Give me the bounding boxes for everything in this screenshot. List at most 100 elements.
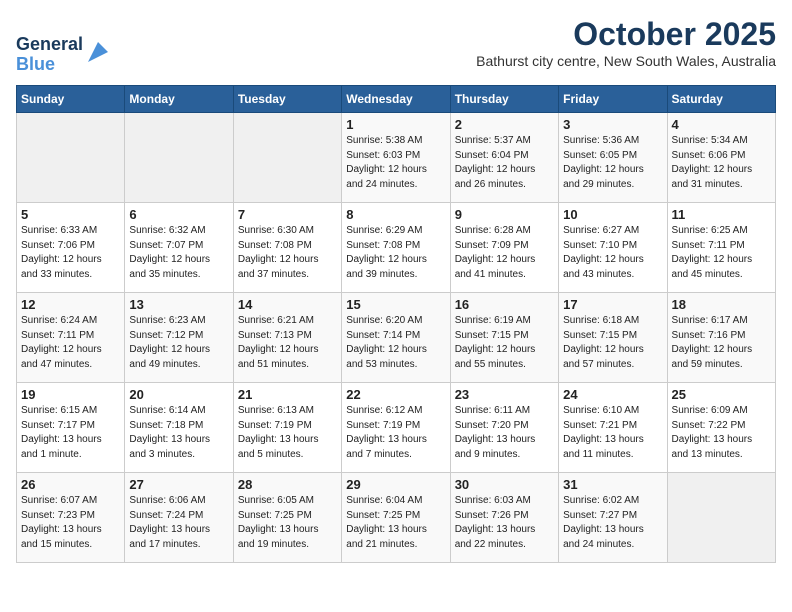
calendar-cell: 18 Sunrise: 6:17 AM Sunset: 7:16 PM Dayli… [667, 293, 775, 383]
day-number: 9 [455, 207, 554, 222]
day-number: 28 [238, 477, 337, 492]
calendar-cell: 27 Sunrise: 6:06 AM Sunset: 7:24 PM Dayli… [125, 473, 233, 563]
day-header-friday: Friday [559, 86, 667, 113]
day-number: 29 [346, 477, 445, 492]
day-number: 10 [563, 207, 662, 222]
day-info: Sunrise: 6:10 AM Sunset: 7:21 PM Dayligh… [563, 404, 662, 462]
day-number: 24 [563, 387, 662, 402]
day-number: 27 [129, 477, 228, 492]
calendar-cell: 17 Sunrise: 6:18 AM Sunset: 7:15 PM Dayli… [559, 293, 667, 383]
day-info: Sunrise: 6:21 AM Sunset: 7:13 PM Dayligh… [238, 314, 337, 372]
calendar-cell: 2 Sunrise: 5:37 AM Sunset: 6:04 PM Daylig… [450, 113, 558, 203]
day-number: 7 [238, 207, 337, 222]
calendar-cell: 10 Sunrise: 6:27 AM Sunset: 7:10 PM Dayli… [559, 203, 667, 293]
calendar-cell [125, 113, 233, 203]
calendar-cell: 4Sunrise: 5:34 AM Sunset: 6:06 PM Daylig… [667, 113, 775, 203]
day-info: Sunrise: 6:29 AM Sunset: 7:08 PM Dayligh… [346, 224, 445, 282]
logo-icon [86, 38, 108, 66]
day-info: Sunrise: 5:38 AM Sunset: 6:03 PM Dayligh… [346, 134, 445, 192]
day-info: Sunrise: 6:12 AM Sunset: 7:19 PM Dayligh… [346, 404, 445, 462]
day-header-monday: Monday [125, 86, 233, 113]
day-info: Sunrise: 6:11 AM Sunset: 7:20 PM Dayligh… [455, 404, 554, 462]
calendar-cell: 19 Sunrise: 6:15 AM Sunset: 7:17 PM Dayli… [17, 383, 125, 473]
day-header-saturday: Saturday [667, 86, 775, 113]
day-number: 25 [672, 387, 771, 402]
day-number: 13 [129, 297, 228, 312]
day-info: Sunrise: 6:30 AM Sunset: 7:08 PM Dayligh… [238, 224, 337, 282]
day-number: 19 [21, 387, 120, 402]
day-info: Sunrise: 6:06 AM Sunset: 7:24 PM Dayligh… [129, 494, 228, 552]
subtitle: Bathurst city centre, New South Wales, A… [476, 53, 776, 69]
day-info: Sunrise: 6:24 AM Sunset: 7:11 PM Dayligh… [21, 314, 120, 372]
day-number: 14 [238, 297, 337, 312]
day-header-thursday: Thursday [450, 86, 558, 113]
day-info: Sunrise: 6:15 AM Sunset: 7:17 PM Dayligh… [21, 404, 120, 462]
day-number: 8 [346, 207, 445, 222]
day-number: 18 [672, 297, 771, 312]
day-info: Sunrise: 5:37 AM Sunset: 6:04 PM Dayligh… [455, 134, 554, 192]
day-info: Sunrise: 6:32 AM Sunset: 7:07 PM Dayligh… [129, 224, 228, 282]
day-header-sunday: Sunday [17, 86, 125, 113]
day-info: Sunrise: 6:19 AM Sunset: 7:15 PM Dayligh… [455, 314, 554, 372]
day-info: Sunrise: 5:36 AM Sunset: 6:05 PM Dayligh… [563, 134, 662, 192]
day-number: 5 [21, 207, 120, 222]
day-number: 31 [563, 477, 662, 492]
day-info: Sunrise: 6:28 AM Sunset: 7:09 PM Dayligh… [455, 224, 554, 282]
calendar-cell: 20 Sunrise: 6:14 AM Sunset: 7:18 PM Dayli… [125, 383, 233, 473]
day-info: Sunrise: 6:02 AM Sunset: 7:27 PM Dayligh… [563, 494, 662, 552]
day-info: Sunrise: 6:25 AM Sunset: 7:11 PM Dayligh… [672, 224, 771, 282]
calendar-cell [233, 113, 341, 203]
calendar-cell: 23 Sunrise: 6:11 AM Sunset: 7:20 PM Dayli… [450, 383, 558, 473]
calendar-cell: 22 Sunrise: 6:12 AM Sunset: 7:19 PM Dayli… [342, 383, 450, 473]
day-number: 22 [346, 387, 445, 402]
day-number: 2 [455, 117, 554, 132]
calendar-cell [667, 473, 775, 563]
day-info: Sunrise: 6:23 AM Sunset: 7:12 PM Dayligh… [129, 314, 228, 372]
day-info: Sunrise: 5:34 AM Sunset: 6:06 PM Dayligh… [672, 134, 771, 192]
day-info: Sunrise: 6:18 AM Sunset: 7:15 PM Dayligh… [563, 314, 662, 372]
day-info: Sunrise: 6:27 AM Sunset: 7:10 PM Dayligh… [563, 224, 662, 282]
day-header-tuesday: Tuesday [233, 86, 341, 113]
day-number: 17 [563, 297, 662, 312]
day-number: 12 [21, 297, 120, 312]
calendar-cell: 6 Sunrise: 6:32 AM Sunset: 7:07 PM Daylig… [125, 203, 233, 293]
day-number: 23 [455, 387, 554, 402]
day-info: Sunrise: 6:09 AM Sunset: 7:22 PM Dayligh… [672, 404, 771, 462]
calendar-cell: 3 Sunrise: 5:36 AM Sunset: 6:05 PM Daylig… [559, 113, 667, 203]
day-number: 26 [21, 477, 120, 492]
day-header-wednesday: Wednesday [342, 86, 450, 113]
calendar-cell: 13 Sunrise: 6:23 AM Sunset: 7:12 PM Dayli… [125, 293, 233, 383]
calendar-cell [17, 113, 125, 203]
day-info: Sunrise: 6:13 AM Sunset: 7:19 PM Dayligh… [238, 404, 337, 462]
day-info: Sunrise: 6:07 AM Sunset: 7:23 PM Dayligh… [21, 494, 120, 552]
day-info: Sunrise: 6:03 AM Sunset: 7:26 PM Dayligh… [455, 494, 554, 552]
day-number: 11 [672, 207, 771, 222]
day-number: 16 [455, 297, 554, 312]
calendar-cell: 11 Sunrise: 6:25 AM Sunset: 7:11 PM Dayli… [667, 203, 775, 293]
calendar-cell: 7 Sunrise: 6:30 AM Sunset: 7:08 PM Daylig… [233, 203, 341, 293]
calendar-cell: 24 Sunrise: 6:10 AM Sunset: 7:21 PM Dayli… [559, 383, 667, 473]
calendar-cell: 28 Sunrise: 6:05 AM Sunset: 7:25 PM Dayli… [233, 473, 341, 563]
day-info: Sunrise: 6:04 AM Sunset: 7:25 PM Dayligh… [346, 494, 445, 552]
day-info: Sunrise: 6:33 AM Sunset: 7:06 PM Dayligh… [21, 224, 120, 282]
calendar-cell: 30 Sunrise: 6:03 AM Sunset: 7:26 PM Dayli… [450, 473, 558, 563]
calendar-cell: 26 Sunrise: 6:07 AM Sunset: 7:23 PM Dayli… [17, 473, 125, 563]
calendar-cell: 1 Sunrise: 5:38 AM Sunset: 6:03 PM Daylig… [342, 113, 450, 203]
day-info: Sunrise: 6:05 AM Sunset: 7:25 PM Dayligh… [238, 494, 337, 552]
day-number: 30 [455, 477, 554, 492]
calendar-cell: 16 Sunrise: 6:19 AM Sunset: 7:15 PM Dayli… [450, 293, 558, 383]
logo-text: GeneralBlue [16, 35, 83, 75]
day-number: 20 [129, 387, 228, 402]
calendar-cell: 14 Sunrise: 6:21 AM Sunset: 7:13 PM Dayli… [233, 293, 341, 383]
day-info: Sunrise: 6:14 AM Sunset: 7:18 PM Dayligh… [129, 404, 228, 462]
day-number: 15 [346, 297, 445, 312]
calendar-cell: 5 Sunrise: 6:33 AM Sunset: 7:06 PM Daylig… [17, 203, 125, 293]
day-info: Sunrise: 6:20 AM Sunset: 7:14 PM Dayligh… [346, 314, 445, 372]
calendar-cell: 25 Sunrise: 6:09 AM Sunset: 7:22 PM Dayli… [667, 383, 775, 473]
calendar-cell: 12 Sunrise: 6:24 AM Sunset: 7:11 PM Dayli… [17, 293, 125, 383]
day-number: 1 [346, 117, 445, 132]
calendar-cell: 21Sunrise: 6:13 AM Sunset: 7:19 PM Dayli… [233, 383, 341, 473]
day-info: Sunrise: 6:17 AM Sunset: 7:16 PM Dayligh… [672, 314, 771, 372]
day-number: 6 [129, 207, 228, 222]
day-number: 3 [563, 117, 662, 132]
